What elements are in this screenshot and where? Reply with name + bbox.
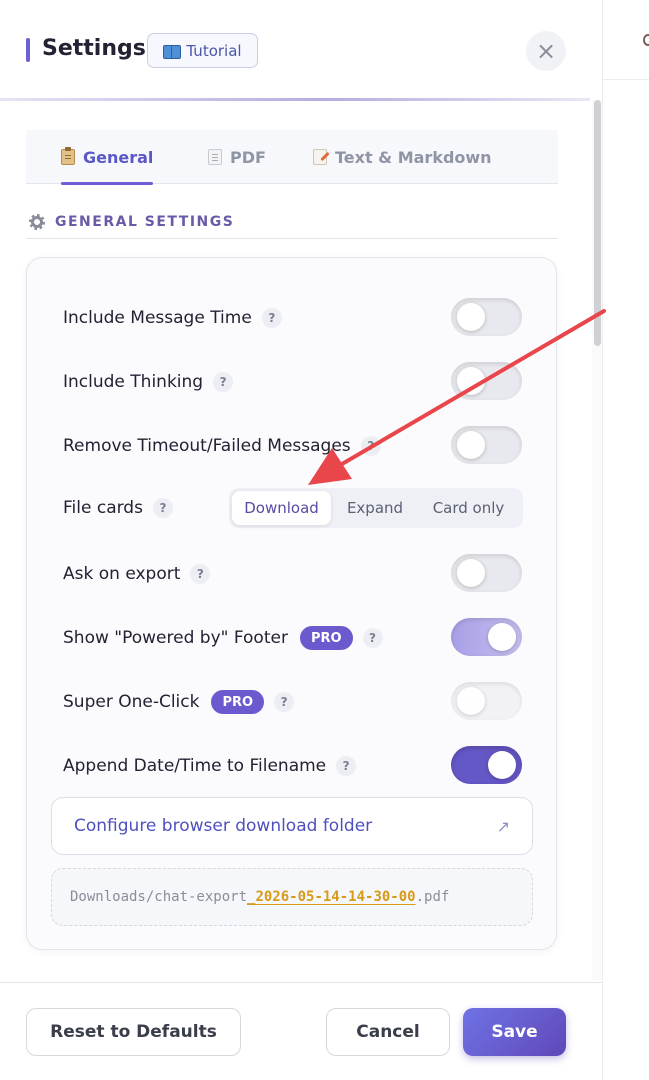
super-one-click-toggle[interactable] xyxy=(451,682,522,720)
toggle-knob xyxy=(488,751,516,779)
help-icon[interactable]: ? xyxy=(336,756,357,776)
close-icon: × xyxy=(535,37,557,65)
memo-icon xyxy=(313,149,327,165)
save-button[interactable]: Save xyxy=(463,1008,566,1056)
include-message-time-toggle[interactable] xyxy=(451,298,522,336)
tab-label: General xyxy=(83,147,154,167)
page-title: Settings xyxy=(42,36,146,61)
setting-label: File cards xyxy=(63,498,143,518)
tutorial-button[interactable]: Tutorial xyxy=(147,33,258,68)
title-accent-bar xyxy=(26,38,30,62)
clipboard-icon xyxy=(61,147,75,165)
tab-label: PDF xyxy=(230,147,266,167)
background-page-strip xyxy=(602,0,649,1080)
pro-badge: PRO xyxy=(299,626,353,650)
filename-timestamp: _2026-05-14-14-30-00 xyxy=(247,889,416,905)
toggle-knob xyxy=(457,367,485,395)
external-link-icon: ↗ xyxy=(496,816,510,836)
include-thinking-toggle[interactable] xyxy=(451,362,522,400)
book-icon xyxy=(163,44,182,59)
config-link-label: Configure browser download folder xyxy=(74,816,373,836)
help-icon[interactable]: ? xyxy=(261,308,282,328)
setting-row-file-cards: File cards ? xyxy=(63,488,233,528)
file-cards-option-download[interactable]: Download xyxy=(232,491,331,525)
file-cards-option-expand[interactable]: Expand xyxy=(331,491,419,525)
file-cards-segmented-control: Download Expand Card only xyxy=(229,488,523,528)
toggle-knob xyxy=(457,303,485,331)
filename-extension: .pdf xyxy=(415,889,450,905)
setting-label: Append Date/Time to Filename xyxy=(63,756,327,776)
setting-label: Show "Powered by" Footer xyxy=(63,628,288,648)
powered-by-footer-toggle[interactable] xyxy=(451,618,522,656)
pro-badge: PRO xyxy=(211,690,265,714)
toggle-knob xyxy=(457,431,485,459)
toggle-knob xyxy=(488,623,516,651)
filename-preview: Downloads/chat-export _2026-05-14-14-30-0… xyxy=(51,868,533,926)
section-heading: GENERAL SETTINGS xyxy=(26,205,558,239)
help-icon[interactable]: ? xyxy=(152,498,173,518)
toggle-knob xyxy=(457,687,485,715)
help-icon[interactable]: ? xyxy=(190,564,211,584)
help-icon[interactable]: ? xyxy=(213,372,234,392)
setting-label: Include Thinking xyxy=(63,372,204,392)
tutorial-button-label: Tutorial xyxy=(186,41,242,60)
help-icon[interactable]: ? xyxy=(360,436,381,456)
page-icon xyxy=(208,149,222,165)
tab-general[interactable]: General xyxy=(61,130,154,185)
footer-divider xyxy=(0,982,602,983)
toggle-knob xyxy=(457,559,485,587)
settings-panel: Settings Tutorial × General PDF Text & M… xyxy=(0,0,602,1080)
ask-on-export-toggle[interactable] xyxy=(451,554,522,592)
file-cards-option-card-only[interactable]: Card only xyxy=(419,491,518,525)
setting-label: Remove Timeout/Failed Messages xyxy=(63,436,351,456)
reset-to-defaults-button[interactable]: Reset to Defaults xyxy=(26,1008,241,1056)
eye-icon xyxy=(643,34,649,46)
help-icon[interactable]: ? xyxy=(362,628,383,648)
settings-header: Settings Tutorial × xyxy=(0,0,602,100)
help-icon[interactable]: ? xyxy=(274,692,295,712)
header-divider xyxy=(0,98,590,101)
setting-label: Ask on export xyxy=(63,564,181,584)
setting-label: Super One-Click xyxy=(63,692,200,712)
configure-download-folder-link[interactable]: Configure browser download folder ↗ xyxy=(51,797,533,855)
section-title: GENERAL SETTINGS xyxy=(55,213,235,230)
tab-label: Text & Markdown xyxy=(335,147,492,167)
tab-pdf[interactable]: PDF xyxy=(208,130,266,184)
general-settings-card: Include Message Time ? Include Thinking … xyxy=(26,257,557,950)
append-datetime-toggle[interactable] xyxy=(451,746,522,784)
tab-text-markdown[interactable]: Text & Markdown xyxy=(313,130,492,184)
setting-label: Include Message Time xyxy=(63,308,252,328)
close-button[interactable]: × xyxy=(526,31,566,71)
cancel-button[interactable]: Cancel xyxy=(326,1008,450,1056)
filename-prefix: Downloads/chat-export xyxy=(70,889,248,905)
remove-failed-toggle[interactable] xyxy=(451,426,522,464)
gear-icon xyxy=(29,213,45,230)
settings-tabs: General PDF Text & Markdown xyxy=(26,130,558,185)
scrollbar-thumb[interactable] xyxy=(594,100,601,346)
